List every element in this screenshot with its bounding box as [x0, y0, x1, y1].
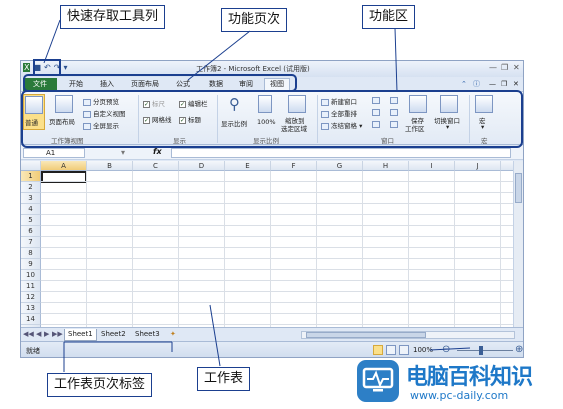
watermark-title: 电脑百科知识 [406, 365, 533, 390]
callout-leader-lines [21, 19, 523, 372]
watermark-logo-icon [357, 360, 399, 402]
monitor-icon [362, 367, 394, 392]
watermark-url: www.pc-daily.com [410, 389, 509, 402]
